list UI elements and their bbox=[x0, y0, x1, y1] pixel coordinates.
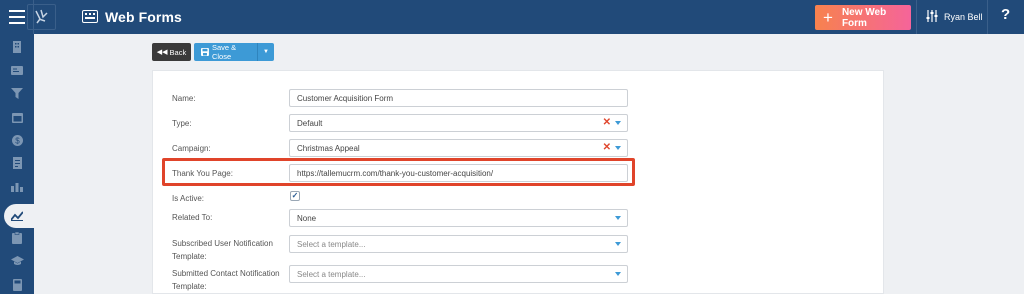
chevron-down-icon[interactable]: ▼ bbox=[258, 49, 274, 55]
sidebar-item-filters[interactable] bbox=[10, 86, 24, 100]
top-bar: Web Forms + New Web Form Ryan Bell ? bbox=[0, 0, 1024, 34]
submitted-notification-label: Submitted Contact Notification Template: bbox=[172, 268, 280, 292]
select-placeholder: Select a template... bbox=[297, 269, 366, 279]
sidebar-item-calendar[interactable] bbox=[10, 110, 24, 124]
label-line: Subscribed User Notification bbox=[172, 239, 273, 248]
type-label: Type: bbox=[172, 119, 192, 128]
is-active-label: Is Active: bbox=[172, 194, 205, 203]
save-icon bbox=[201, 48, 209, 56]
sidebar-item-documents[interactable] bbox=[10, 156, 24, 170]
name-field[interactable]: Customer Acquisition Form bbox=[289, 89, 628, 107]
dropdown-arrow-icon[interactable] bbox=[615, 146, 621, 150]
help-icon[interactable]: ? bbox=[1001, 6, 1010, 23]
logo-icon bbox=[35, 9, 48, 24]
clear-icon[interactable]: ✕ bbox=[603, 118, 611, 128]
filter-icon bbox=[11, 87, 23, 99]
line-chart-icon bbox=[11, 211, 23, 221]
label-line: Submitted Contact Notification bbox=[172, 269, 280, 278]
keyboard-icon bbox=[82, 10, 98, 23]
clipboard-icon bbox=[12, 232, 22, 244]
highlight-box bbox=[162, 158, 635, 186]
related-to-value: None bbox=[297, 213, 317, 223]
name-label: Name: bbox=[172, 94, 196, 103]
dropdown-arrow-icon[interactable] bbox=[615, 272, 621, 276]
submitted-notification-select[interactable]: Select a template... bbox=[289, 265, 628, 283]
plus-icon: + bbox=[823, 8, 833, 27]
graduation-cap-icon bbox=[10, 256, 24, 265]
sidebar-item-calculator[interactable] bbox=[10, 278, 24, 292]
related-to-select[interactable]: None bbox=[289, 209, 628, 227]
campaign-select[interactable]: Christmas Appeal ✕ bbox=[289, 139, 628, 157]
sidebar-item-reports[interactable] bbox=[10, 180, 24, 194]
sliders-icon[interactable] bbox=[926, 9, 938, 23]
building-icon bbox=[13, 41, 21, 53]
page-title: Web Forms bbox=[105, 9, 182, 25]
is-active-checkbox[interactable]: ✓ bbox=[290, 191, 300, 201]
divider bbox=[987, 0, 988, 34]
type-select[interactable]: Default ✕ bbox=[289, 114, 628, 132]
sidebar-item-web-forms[interactable] bbox=[10, 209, 24, 223]
document-icon bbox=[12, 157, 22, 169]
calculator-icon bbox=[12, 279, 22, 291]
checkmark-icon: ✓ bbox=[291, 191, 299, 200]
sidebar: $ bbox=[0, 34, 34, 294]
back-label: Back bbox=[169, 47, 187, 57]
back-button[interactable]: ◀◀ Back bbox=[152, 43, 191, 61]
label-line: Template: bbox=[172, 282, 207, 291]
sidebar-item-tasks[interactable] bbox=[10, 231, 24, 245]
save-and-close-button[interactable]: Save & Close ▼ bbox=[194, 43, 274, 61]
svg-text:$: $ bbox=[15, 136, 20, 145]
campaign-value: Christmas Appeal bbox=[297, 143, 360, 153]
rewind-icon: ◀◀ bbox=[156, 49, 168, 56]
sidebar-item-training[interactable] bbox=[10, 254, 24, 268]
clear-icon[interactable]: ✕ bbox=[603, 143, 611, 153]
new-web-form-label: New Web Form bbox=[841, 6, 887, 29]
divider bbox=[916, 0, 917, 34]
label-line: Template: bbox=[172, 252, 207, 261]
campaign-label: Campaign: bbox=[172, 144, 211, 153]
id-card-icon bbox=[11, 65, 23, 75]
type-value: Default bbox=[297, 118, 323, 128]
save-label: Save & Close bbox=[211, 43, 237, 61]
calendar-icon bbox=[11, 112, 23, 123]
dropdown-arrow-icon[interactable] bbox=[615, 242, 621, 246]
dropdown-arrow-icon[interactable] bbox=[615, 121, 621, 125]
subscribed-notification-label: Subscribed User Notification Template: bbox=[172, 238, 273, 262]
bar-chart-icon bbox=[11, 183, 23, 192]
user-name[interactable]: Ryan Bell bbox=[944, 12, 983, 22]
dollar-icon: $ bbox=[11, 134, 23, 146]
sidebar-item-building[interactable] bbox=[10, 40, 24, 54]
select-placeholder: Select a template... bbox=[297, 239, 366, 249]
dropdown-arrow-icon[interactable] bbox=[615, 216, 621, 220]
sidebar-item-donations[interactable]: $ bbox=[10, 133, 24, 147]
new-web-form-button[interactable]: + New Web Form bbox=[815, 5, 911, 30]
subscribed-notification-select[interactable]: Select a template... bbox=[289, 235, 628, 253]
sidebar-item-contacts[interactable] bbox=[10, 63, 24, 77]
logo[interactable] bbox=[27, 4, 56, 30]
related-to-label: Related To: bbox=[172, 213, 213, 222]
